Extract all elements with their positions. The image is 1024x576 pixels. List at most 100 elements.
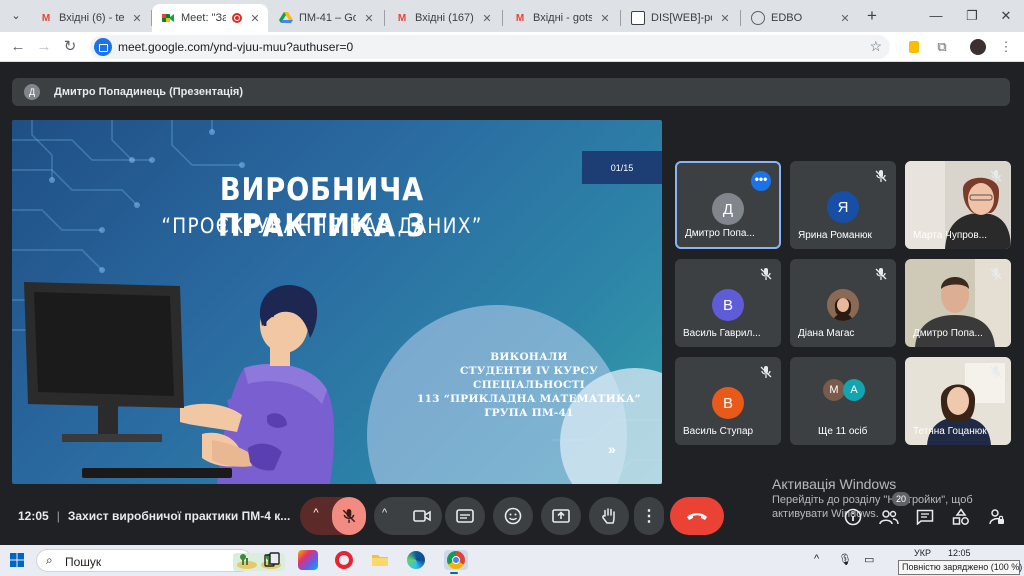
participant-tile[interactable]: В Василь Ступар <box>675 357 781 445</box>
more-options-button[interactable]: ⋮ <box>634 497 664 535</box>
close-tab-icon[interactable]: ✕ <box>130 12 144 25</box>
participant-tile[interactable]: Я Ярина Романюк <box>790 161 896 249</box>
captions-icon <box>456 509 474 523</box>
task-view-icon[interactable] <box>262 550 282 570</box>
meeting-details-button[interactable] <box>842 506 864 528</box>
mic-off-icon <box>760 366 772 378</box>
microphone-tray-icon[interactable]: 🎙 <box>838 553 852 566</box>
drive-icon <box>279 11 293 25</box>
profile-avatar[interactable] <box>968 37 988 57</box>
mic-off-icon <box>760 268 772 280</box>
chrome-icon[interactable] <box>444 550 468 574</box>
participant-tile[interactable]: В Василь Гаврил... <box>675 259 781 347</box>
search-label: Пошук <box>65 555 102 569</box>
extension-yellow-icon[interactable] <box>904 37 924 57</box>
presenter-label: Дмитро Попадинець (Презентація) <box>54 86 243 98</box>
participant-tile[interactable]: Д ••• Дмитро Попа... <box>675 161 781 249</box>
slide-credits: ВИКОНАЛИ СТУДЕНТИ IV КУРСУ СПЕЦІАЛЬНОСТІ… <box>414 350 644 420</box>
close-tab-icon[interactable]: ✕ <box>718 12 732 25</box>
participant-name: Ярина Романюк <box>798 230 872 241</box>
copilot-icon[interactable] <box>298 550 318 570</box>
tab-divider <box>384 10 385 26</box>
presentation-slide[interactable]: 01/15 ВИРОБНИЧА ПРАКТИКА 3 “ПРОЄКТУВАННЯ… <box>12 120 662 484</box>
watermark-line: Перейдіть до розділу "Настройки", щоб <box>772 494 973 506</box>
activities-button[interactable] <box>950 506 972 528</box>
others-count-label: Ще 11 осіб <box>818 426 868 437</box>
slide-counter: 01/15 <box>582 151 662 184</box>
mic-off-icon <box>990 366 1002 378</box>
audio-settings-chevron-icon[interactable]: ^ <box>308 507 324 523</box>
gmail-icon: M <box>515 12 525 24</box>
extensions-puzzle-icon[interactable]: ⧉ <box>932 37 952 57</box>
tab-gmail-3[interactable]: M Вхідні - gotsan ✕ <box>504 4 618 32</box>
close-window-icon[interactable]: ✕ <box>996 6 1016 26</box>
tab-search-chevron-icon[interactable]: ⌄ <box>8 8 24 24</box>
people-icon <box>879 510 899 525</box>
lock-person-icon <box>989 509 1004 525</box>
participant-tile[interactable]: Дмитро Попа... <box>905 259 1011 347</box>
tab-title: DIS[WEB]-portal <box>651 12 712 24</box>
new-tab-button[interactable]: + <box>862 6 882 26</box>
address-bar[interactable]: meet.google.com/ynd-vjuu-muu?authuser=0 … <box>90 35 890 59</box>
participant-tile[interactable]: Марта Чупров... <box>905 161 1011 249</box>
host-controls-button[interactable] <box>986 506 1008 528</box>
others-tile[interactable]: М А Ще 11 осіб <box>790 357 896 445</box>
tab-gmail-2[interactable]: M Вхідні (167) - yu ✕ <box>386 4 500 32</box>
tab-edbo[interactable]: EDBO ✕ <box>742 4 858 32</box>
people-button[interactable] <box>878 506 900 528</box>
close-tab-icon[interactable]: ✕ <box>248 12 262 25</box>
taskbar-clock[interactable]: 12:05 <box>948 548 971 559</box>
mic-off-icon <box>990 268 1002 280</box>
globe-icon <box>751 11 765 25</box>
camera-icon <box>413 510 431 522</box>
bookmark-star-icon[interactable]: ☆ <box>869 38 882 55</box>
close-tab-icon[interactable]: ✕ <box>362 12 376 25</box>
meeting-title: Захист виробничої практики ПМ-4 к... <box>67 509 291 523</box>
opera-icon[interactable] <box>334 550 354 570</box>
mic-toggle-button[interactable] <box>332 497 366 535</box>
credits-line: СПЕЦІАЛЬНОСТІ <box>473 379 585 391</box>
raise-hand-button[interactable] <box>589 497 629 535</box>
credits-line: ВИКОНАЛИ <box>490 351 568 363</box>
leave-call-button[interactable] <box>670 497 724 535</box>
close-tab-icon[interactable]: ✕ <box>598 12 612 25</box>
camera-site-icon[interactable] <box>94 38 112 56</box>
camera-toggle-button[interactable] <box>402 497 442 535</box>
kebab-menu-icon[interactable]: ⋮ <box>996 37 1016 57</box>
participant-tile[interactable]: Діана Магас <box>790 259 896 347</box>
tab-drive[interactable]: ПМ-41 – Googl ✕ <box>270 4 382 32</box>
participant-tile[interactable]: Тетяна Гоцанюк <box>905 357 1011 445</box>
edge-icon[interactable] <box>406 550 426 570</box>
tab-gmail-1[interactable]: M Вхідні (6) - tetya ✕ <box>30 4 150 32</box>
reload-icon[interactable]: ↻ <box>60 37 80 57</box>
network-icon[interactable]: ▭ <box>864 553 874 566</box>
avatar: Д <box>712 193 744 225</box>
file-explorer-icon[interactable] <box>370 550 390 570</box>
more-options-icon[interactable]: ••• <box>751 171 771 191</box>
credits-line: СТУДЕНТИ IV КУРСУ <box>459 365 598 377</box>
back-arrow-icon[interactable]: ← <box>8 37 28 57</box>
captions-button[interactable] <box>445 497 485 535</box>
restore-icon[interactable]: ❐ <box>962 6 982 26</box>
hang-up-icon <box>687 513 707 520</box>
forward-arrow-icon[interactable]: → <box>34 37 54 57</box>
video-settings-chevron-icon[interactable]: ^ <box>382 507 387 519</box>
tray-overflow-chevron-icon[interactable]: ^ <box>814 553 819 565</box>
chat-button[interactable] <box>914 506 936 528</box>
tab-dis-portal[interactable]: DIS[WEB]-portal ✕ <box>622 4 738 32</box>
tab-meet[interactable]: Meet: "Захи ✕ <box>152 4 268 32</box>
presenter-bar: Д Дмитро Попадинець (Презентація) <box>12 78 1010 106</box>
browser-tab-strip: ⌄ M Вхідні (6) - tetya ✕ Meet: "Захи ✕ П… <box>0 0 1024 32</box>
minimize-icon[interactable]: — <box>926 6 946 26</box>
close-tab-icon[interactable]: ✕ <box>838 12 852 25</box>
present-screen-button[interactable] <box>541 497 581 535</box>
windows-start-icon[interactable] <box>10 553 24 567</box>
recording-icon <box>232 13 242 23</box>
close-tab-icon[interactable]: ✕ <box>480 12 494 25</box>
reactions-button[interactable] <box>493 497 533 535</box>
keyboard-language[interactable]: УКР <box>914 548 931 558</box>
url-text[interactable]: meet.google.com/ynd-vjuu-muu?authuser=0 <box>118 40 353 54</box>
taskbar-search-box[interactable]: ⌕ Пошук <box>36 549 285 572</box>
battery-tooltip: Повністю заряджено (100 %) <box>898 560 1022 575</box>
avatar: Я <box>827 191 859 223</box>
